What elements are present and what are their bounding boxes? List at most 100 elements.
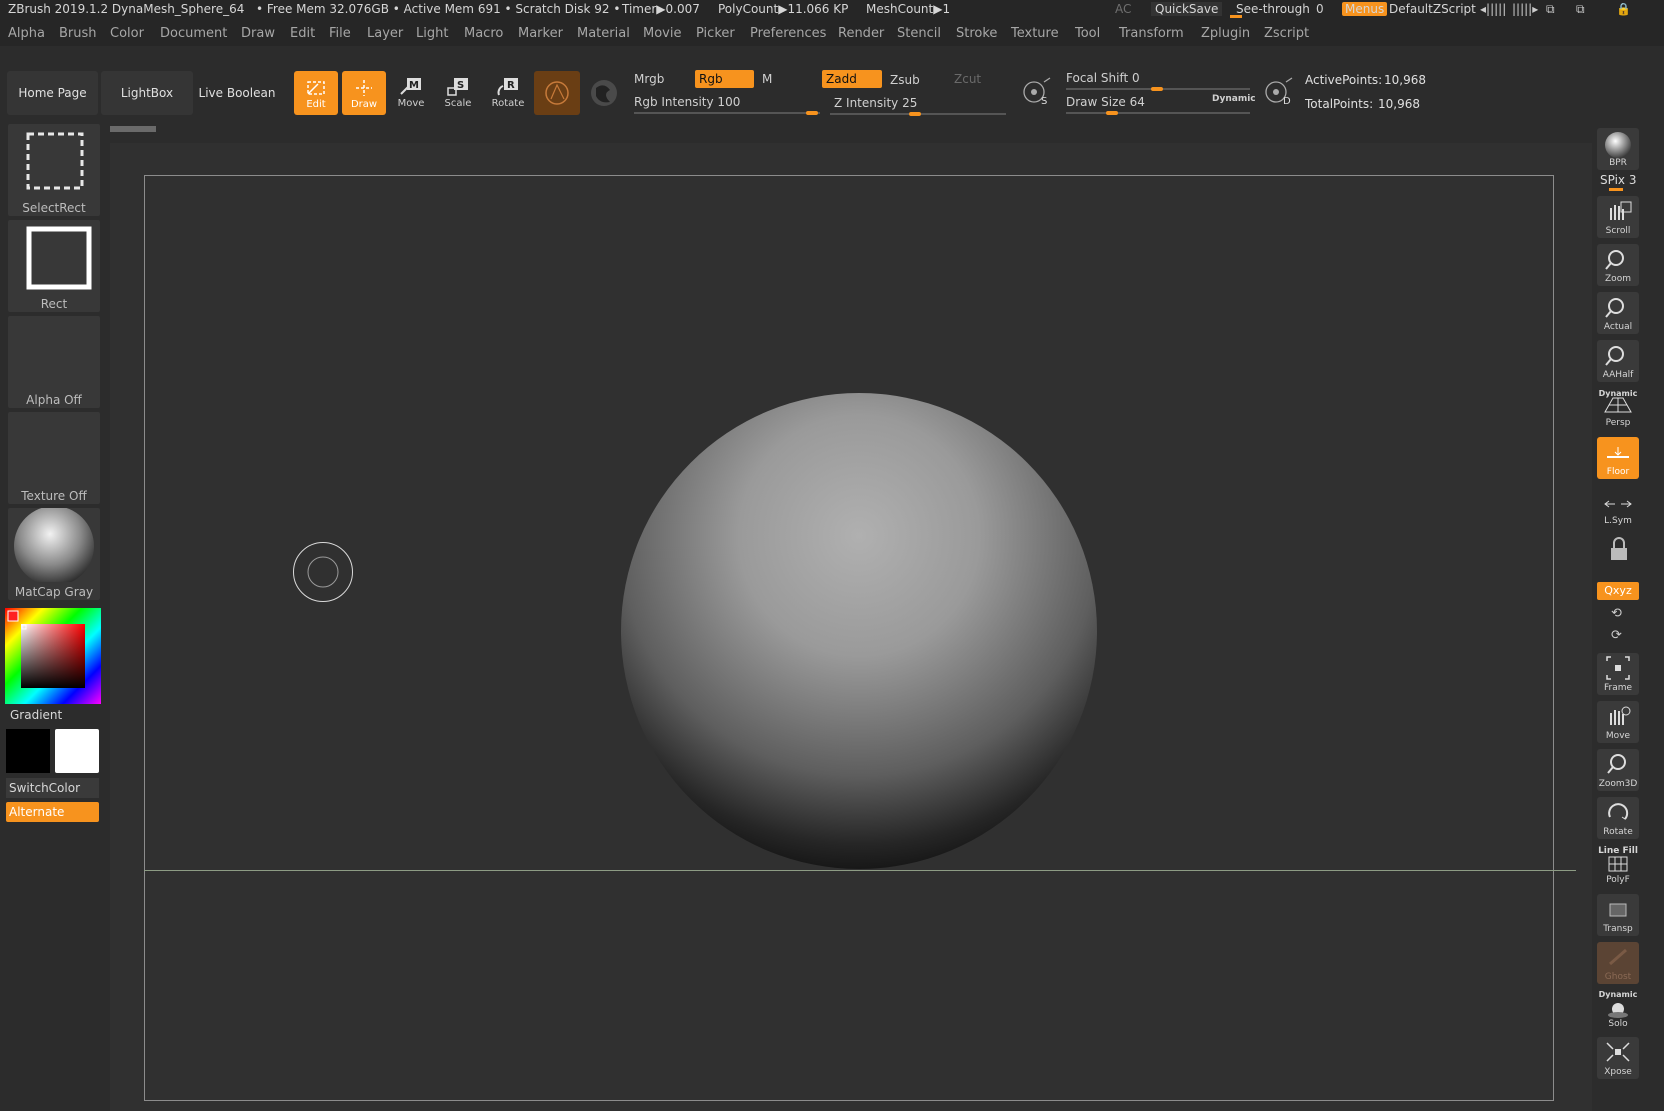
- material-swatch-button[interactable]: [534, 71, 580, 115]
- scale-button[interactable]: S Scale: [437, 71, 479, 115]
- alpha-selector[interactable]: Alpha Off: [8, 316, 100, 408]
- move-view-button[interactable]: Move: [1597, 701, 1639, 743]
- menu-zscript[interactable]: Zscript: [1264, 26, 1309, 41]
- menu-picker[interactable]: Picker: [696, 26, 735, 41]
- solo-button[interactable]: Dynamic Solo: [1597, 989, 1639, 1031]
- rotate-button[interactable]: R Rotate: [486, 71, 530, 115]
- main-color-swatch[interactable]: [55, 729, 99, 773]
- quicksave-button[interactable]: QuickSave: [1151, 2, 1223, 16]
- zcut-toggle[interactable]: Zcut: [950, 70, 1000, 88]
- menu-marker[interactable]: Marker: [518, 26, 563, 41]
- gyro-button[interactable]: [588, 76, 620, 110]
- menus-toggle[interactable]: Menus: [1342, 2, 1388, 16]
- actual-button[interactable]: Actual: [1597, 292, 1639, 334]
- draw-size-knob[interactable]: [1106, 111, 1118, 115]
- menu-layer[interactable]: Layer: [367, 26, 403, 41]
- local-transform-button[interactable]: [1597, 534, 1639, 576]
- focal-shift-label: Focal Shift 0: [1066, 71, 1140, 85]
- menu-preferences[interactable]: Preferences: [750, 26, 826, 41]
- dynamic-toggle[interactable]: Dynamic: [1212, 94, 1256, 104]
- menu-light[interactable]: Light: [416, 26, 448, 41]
- active-points-label: ActivePoints:: [1305, 73, 1383, 87]
- menu-zplugin[interactable]: Zplugin: [1201, 26, 1250, 41]
- rgb-intensity-slider[interactable]: [634, 112, 820, 114]
- dynamesh-sphere[interactable]: [620, 391, 1098, 871]
- zadd-toggle[interactable]: Zadd: [822, 70, 882, 88]
- menu-texture[interactable]: Texture: [1011, 26, 1059, 41]
- menu-color[interactable]: Color: [110, 26, 144, 41]
- lsym-button[interactable]: L.Sym: [1597, 486, 1639, 528]
- zoom-button[interactable]: Zoom: [1597, 244, 1639, 286]
- rotate-view-button[interactable]: Rotate: [1597, 797, 1639, 839]
- menu-render[interactable]: Render: [838, 26, 884, 41]
- rect-stroke[interactable]: Rect: [8, 220, 100, 312]
- draw-button[interactable]: Draw: [342, 71, 386, 115]
- window-restore-icon[interactable]: ⧉: [1576, 2, 1585, 17]
- move-button[interactable]: M Move: [390, 71, 432, 115]
- material-selector[interactable]: MatCap Gray: [8, 506, 100, 600]
- menu-stencil[interactable]: Stencil: [897, 26, 941, 41]
- live-boolean-button[interactable]: Live Boolean: [196, 71, 278, 115]
- rotate-y-icon[interactable]: ⟲: [1611, 606, 1622, 621]
- menu-tool[interactable]: Tool: [1075, 26, 1100, 41]
- menu-draw[interactable]: Draw: [241, 26, 275, 41]
- gradient-toggle[interactable]: Gradient: [10, 708, 62, 722]
- texture-selector[interactable]: Texture Off: [8, 412, 100, 504]
- floor-button[interactable]: Floor: [1597, 437, 1639, 479]
- frame-button[interactable]: Frame: [1597, 653, 1639, 695]
- persp-button[interactable]: Dynamic Persp: [1597, 388, 1639, 430]
- m-toggle[interactable]: M: [758, 70, 808, 88]
- rgb-intensity-knob[interactable]: [806, 111, 818, 115]
- edit-button[interactable]: Edit: [294, 71, 338, 115]
- menu-transform[interactable]: Transform: [1119, 26, 1184, 41]
- zscript-selector[interactable]: DefaultZScript: [1389, 2, 1476, 16]
- bpr-button[interactable]: BPR: [1597, 128, 1639, 170]
- layout-right-icon[interactable]: |||||▸: [1512, 2, 1538, 16]
- alternate-toggle[interactable]: Alternate: [6, 802, 99, 822]
- see-through-slider[interactable]: See-through 0: [1230, 2, 1334, 18]
- zoom3d-button[interactable]: Zoom3D: [1597, 749, 1639, 791]
- rgb-toggle[interactable]: Rgb: [695, 70, 754, 88]
- z-intensity-knob[interactable]: [909, 112, 921, 116]
- menu-stroke[interactable]: Stroke: [956, 26, 997, 41]
- spix-slider[interactable]: [1609, 188, 1623, 191]
- draw-size-slider[interactable]: [1066, 112, 1250, 114]
- menu-edit[interactable]: Edit: [290, 26, 315, 41]
- zsub-toggle[interactable]: Zsub: [886, 71, 944, 89]
- menu-movie[interactable]: Movie: [643, 26, 681, 41]
- xyz-symmetry-button[interactable]: Qxyz: [1597, 582, 1639, 600]
- secondary-color-swatch[interactable]: [6, 729, 50, 773]
- window-default-icon[interactable]: ⧉: [1546, 2, 1555, 17]
- tray-scroll-handle[interactable]: [110, 126, 156, 132]
- dynamic-size-button[interactable]: D: [1262, 76, 1294, 108]
- matcap-sphere-icon: [14, 506, 94, 586]
- transp-button[interactable]: Transp: [1597, 894, 1639, 936]
- menu-brush[interactable]: Brush: [59, 26, 97, 41]
- focal-lazy-button[interactable]: S: [1020, 76, 1052, 108]
- scroll-button[interactable]: Scroll: [1597, 196, 1639, 238]
- menu-alpha[interactable]: Alpha: [8, 26, 45, 41]
- see-through-knob: [1230, 15, 1242, 18]
- hand-icon: [1610, 201, 1632, 220]
- polyf-button[interactable]: Line Fill PolyF: [1597, 845, 1639, 887]
- menu-document[interactable]: Document: [160, 26, 227, 41]
- home-page-button[interactable]: Home Page: [7, 71, 98, 115]
- aahalf-button[interactable]: AAHalf: [1597, 340, 1639, 382]
- layout-left-icon[interactable]: ◂|||||: [1480, 2, 1506, 16]
- color-picker[interactable]: [5, 608, 101, 704]
- xpose-button[interactable]: Xpose: [1597, 1037, 1639, 1079]
- focal-shift-knob[interactable]: [1151, 87, 1163, 91]
- menu-macro[interactable]: Macro: [464, 26, 503, 41]
- lock-icon[interactable]: 🔒: [1616, 2, 1631, 16]
- menu-material[interactable]: Material: [577, 26, 630, 41]
- ghost-button[interactable]: Ghost: [1597, 942, 1639, 984]
- lightbox-button[interactable]: LightBox: [101, 71, 193, 115]
- rotate-icon: R: [497, 78, 518, 96]
- draw-size-label: Draw Size 64: [1066, 95, 1145, 109]
- menu-file[interactable]: File: [329, 26, 351, 41]
- select-rect-brush[interactable]: SelectRect: [8, 124, 100, 216]
- mrgb-toggle[interactable]: Mrgb: [630, 70, 692, 88]
- switch-color-button[interactable]: SwitchColor: [6, 778, 99, 798]
- svg-text:D: D: [1283, 96, 1291, 107]
- rotate-z-icon[interactable]: ⟳: [1611, 628, 1622, 643]
